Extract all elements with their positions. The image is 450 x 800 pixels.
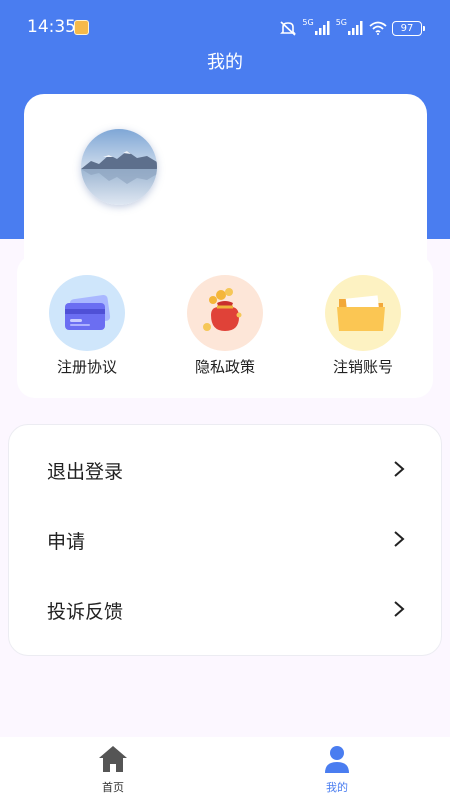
status-indicators: 5G 5G 97: [279, 18, 425, 38]
tab-label: 我的: [326, 781, 348, 794]
quick-action-circle: [325, 275, 401, 351]
menu-item-feedback[interactable]: 投诉反馈: [9, 575, 441, 645]
quick-action-register-agreement[interactable]: 注册协议: [32, 275, 142, 377]
tab-mine[interactable]: 我的: [297, 745, 377, 795]
avatar[interactable]: [81, 129, 157, 205]
card-icon: [65, 294, 111, 330]
tab-label: 首页: [102, 781, 124, 794]
signal-label-1: 5G: [302, 18, 314, 27]
tab-home[interactable]: 首页: [73, 745, 153, 795]
quick-action-delete-account[interactable]: 注销账号: [308, 275, 418, 377]
notification-app-icon: [74, 20, 89, 35]
person-icon: [325, 746, 349, 773]
signal-bars-icon-2: [348, 21, 363, 35]
mute-icon: [280, 21, 297, 36]
menu-card: 退出登录 申请 投诉反馈: [8, 424, 442, 656]
menu-item-logout[interactable]: 退出登录: [9, 435, 441, 505]
chevron-right-icon: [394, 531, 405, 547]
money-bag-icon: [203, 288, 242, 331]
status-time: 14:35: [27, 17, 76, 37]
quick-action-label: 注销账号: [332, 358, 393, 376]
chevron-right-icon: [394, 601, 405, 617]
chevron-right-icon: [394, 461, 405, 477]
page-title: 我的: [207, 52, 243, 73]
bottom-tab-bar: 首页 我的: [0, 737, 450, 800]
home-icon: [99, 746, 127, 772]
menu-item-apply[interactable]: 申请: [9, 505, 441, 575]
menu-item-label: 退出登录: [47, 461, 124, 483]
quick-action-label: 隐私政策: [194, 358, 255, 376]
quick-action-circle: [187, 275, 263, 351]
wifi-icon: [369, 21, 387, 35]
signal-label-2: 5G: [335, 18, 347, 27]
status-bar: 14:35 5G 5G 97: [0, 0, 450, 52]
mountain-lake-photo: [81, 129, 157, 205]
quick-action-circle: [49, 275, 125, 351]
menu-item-label: 申请: [47, 531, 86, 553]
quick-action-privacy-policy[interactable]: 隐私政策: [170, 275, 280, 377]
battery-indicator: 97: [392, 20, 425, 36]
signal-bars-icon: [314, 21, 330, 35]
quick-actions-panel: 注册协议 隐私政策 注销账号: [17, 255, 433, 398]
quick-action-label: 注册协议: [56, 358, 117, 376]
menu-item-label: 投诉反馈: [47, 601, 124, 623]
folder-icon: [337, 295, 385, 331]
